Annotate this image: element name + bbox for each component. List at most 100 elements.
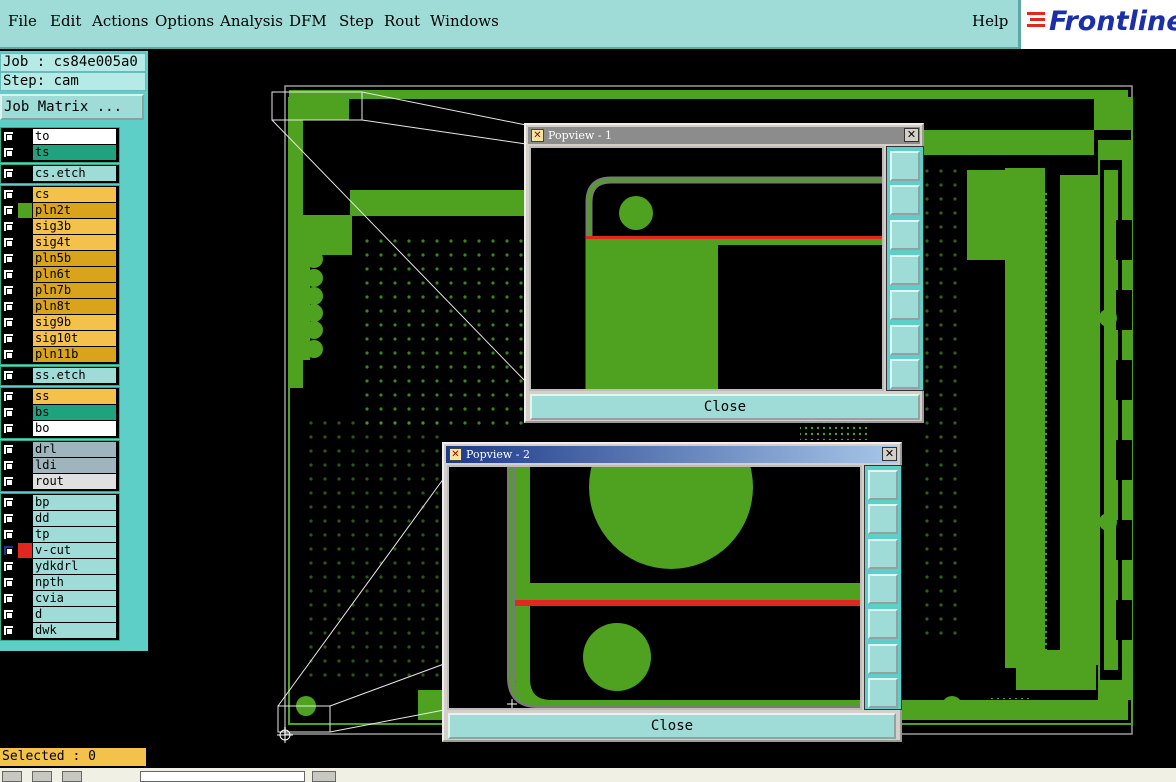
layer-row[interactable]: ydkdrl [0, 559, 118, 574]
layer-checkbox[interactable] [3, 221, 14, 232]
layer-row[interactable]: rout [0, 474, 118, 489]
layer-row[interactable]: bs [0, 405, 118, 420]
pan-right-icon[interactable] [890, 290, 920, 320]
layer-row[interactable]: pln6t [0, 267, 118, 282]
menu-edit[interactable]: Edit [50, 12, 81, 30]
bottom-tool-button[interactable] [62, 771, 82, 782]
layer-display-swatch[interactable] [18, 166, 32, 181]
layer-row[interactable]: pln2t [0, 203, 118, 218]
pan-up-icon[interactable] [890, 185, 920, 215]
layer-display-swatch[interactable] [18, 219, 32, 234]
layer-row[interactable]: ldi [0, 458, 118, 473]
layer-display-swatch[interactable] [18, 607, 32, 622]
zoom-in-icon[interactable] [890, 325, 920, 355]
layer-display-swatch[interactable] [18, 235, 32, 250]
layer-checkbox[interactable] [3, 333, 14, 344]
popview-1-close-button[interactable]: Close [530, 394, 920, 420]
layer-checkbox[interactable] [3, 131, 14, 142]
layer-checkbox[interactable] [3, 147, 14, 158]
layer-row[interactable]: pln8t [0, 299, 118, 314]
pan-left-icon[interactable] [868, 574, 898, 604]
layer-checkbox[interactable] [3, 529, 14, 540]
menu-options[interactable]: Options [155, 12, 214, 30]
layer-display-swatch[interactable] [18, 591, 32, 606]
layer-checkbox[interactable] [3, 561, 14, 572]
popview-1-title[interactable]: Popview - 1 [528, 127, 920, 144]
layer-row[interactable]: sig3b [0, 219, 118, 234]
layer-display-swatch[interactable] [18, 527, 32, 542]
layer-checkbox[interactable] [3, 497, 14, 508]
zoom-in-icon[interactable] [868, 644, 898, 674]
layer-checkbox[interactable] [3, 577, 14, 588]
layer-row[interactable]: bo [0, 421, 118, 436]
zoom-out-icon[interactable] [890, 359, 920, 389]
zoom-home-icon[interactable] [868, 470, 898, 500]
bottom-tool-button[interactable] [312, 771, 336, 782]
layer-display-swatch[interactable] [18, 267, 32, 282]
layer-display-swatch[interactable] [18, 559, 32, 574]
popview-2-title[interactable]: Popview - 2 [446, 446, 898, 463]
layer-display-swatch[interactable] [18, 187, 32, 202]
layer-checkbox[interactable] [3, 237, 14, 248]
layer-checkbox[interactable] [3, 593, 14, 604]
layer-row[interactable]: cs.etch [0, 166, 118, 181]
layer-row[interactable]: drl [0, 442, 118, 457]
layer-row[interactable]: to [0, 129, 118, 144]
layer-display-swatch[interactable] [18, 623, 32, 638]
layer-checkbox[interactable] [3, 423, 14, 434]
layer-row[interactable]: bp [0, 495, 118, 510]
layer-display-swatch[interactable] [18, 203, 32, 218]
job-matrix-button[interactable]: Job Matrix ... [0, 94, 144, 120]
menu-actions[interactable]: Actions [92, 12, 148, 30]
layer-row[interactable]: v-cut [0, 543, 118, 558]
layer-display-swatch[interactable] [18, 347, 32, 362]
menu-step[interactable]: Step [339, 12, 374, 30]
layer-display-swatch[interactable] [18, 145, 32, 160]
pan-left-icon[interactable] [890, 255, 920, 285]
layer-row[interactable]: tp [0, 527, 118, 542]
window-menu-icon[interactable]: ✕ [449, 448, 462, 461]
layer-row[interactable]: npth [0, 575, 118, 590]
layer-checkbox[interactable] [3, 168, 14, 179]
layer-display-swatch[interactable] [18, 315, 32, 330]
layer-checkbox[interactable] [3, 625, 14, 636]
layer-display-swatch[interactable] [18, 299, 32, 314]
layer-checkbox[interactable] [3, 370, 14, 381]
bottom-tool-button[interactable] [2, 771, 22, 782]
menu-help[interactable]: Help [972, 12, 1008, 30]
pan-down-icon[interactable] [868, 539, 898, 569]
layer-checkbox[interactable] [3, 444, 14, 455]
layer-display-swatch[interactable] [18, 368, 32, 383]
layer-checkbox[interactable] [3, 269, 14, 280]
layer-row[interactable]: cvia [0, 591, 118, 606]
layer-checkbox[interactable] [3, 205, 14, 216]
layer-checkbox[interactable] [3, 513, 14, 524]
layer-checkbox[interactable] [3, 253, 14, 264]
menu-rout[interactable]: Rout [384, 12, 420, 30]
close-icon[interactable]: ✕ [882, 447, 897, 461]
command-input[interactable] [140, 771, 305, 782]
layer-checkbox[interactable] [3, 301, 14, 312]
layer-row[interactable]: pln5b [0, 251, 118, 266]
layer-checkbox[interactable] [3, 476, 14, 487]
layer-display-swatch[interactable] [18, 421, 32, 436]
window-menu-icon[interactable]: ✕ [531, 129, 544, 142]
menu-analysis[interactable]: Analysis [220, 12, 283, 30]
pan-up-icon[interactable] [868, 504, 898, 534]
layer-checkbox[interactable] [3, 285, 14, 296]
layer-display-swatch[interactable] [18, 129, 32, 144]
layer-display-swatch[interactable] [18, 389, 32, 404]
layer-row[interactable]: d [0, 607, 118, 622]
pan-right-icon[interactable] [868, 609, 898, 639]
pan-down-icon[interactable] [890, 220, 920, 250]
layer-row[interactable]: sig4t [0, 235, 118, 250]
layer-display-swatch[interactable] [18, 575, 32, 590]
layer-row[interactable]: pln11b [0, 347, 118, 362]
bottom-tool-button[interactable] [32, 771, 52, 782]
menu-windows[interactable]: Windows [430, 12, 499, 30]
layer-checkbox[interactable] [3, 391, 14, 402]
layer-display-swatch[interactable] [18, 283, 32, 298]
layer-row[interactable]: dd [0, 511, 118, 526]
layer-display-swatch[interactable] [18, 251, 32, 266]
layer-row[interactable]: sig9b [0, 315, 118, 330]
